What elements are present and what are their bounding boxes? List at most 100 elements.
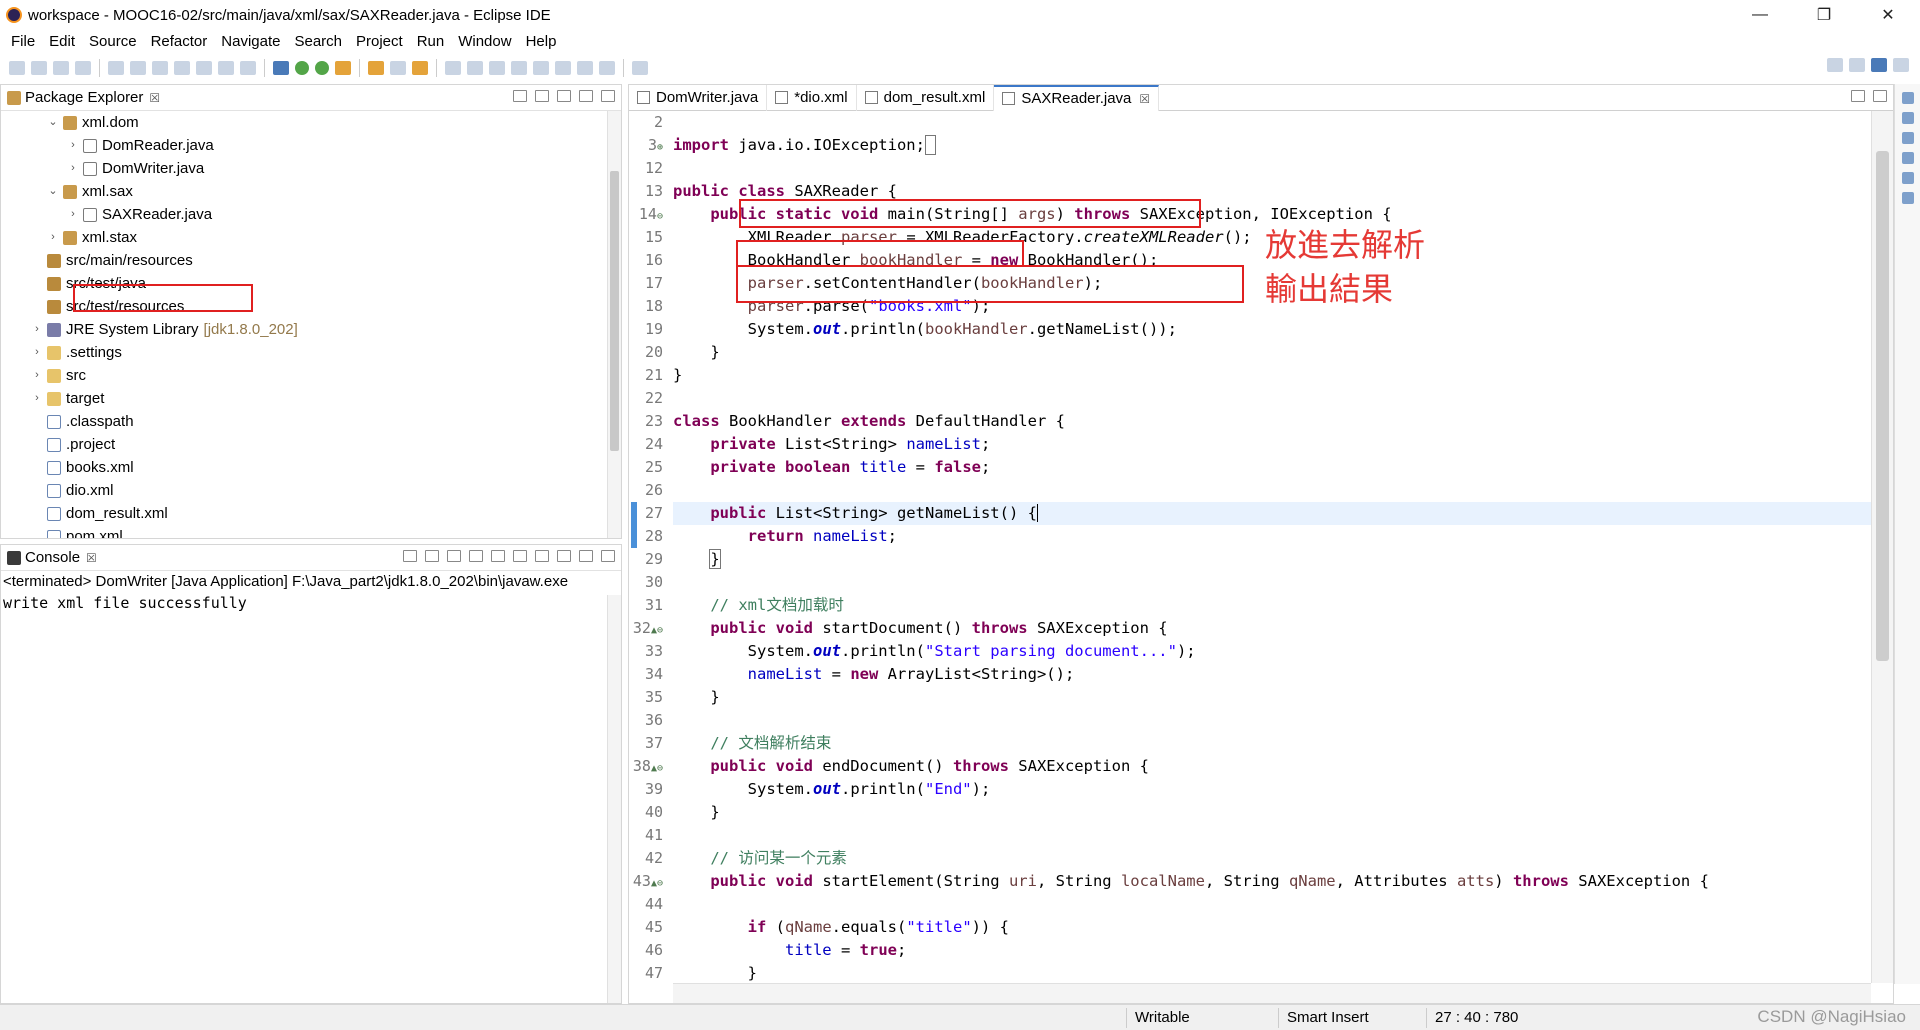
outline-icon[interactable] — [1901, 172, 1914, 184]
tree-item[interactable]: › xml.stax — [1, 226, 607, 249]
close-button[interactable]: ✕ — [1856, 0, 1920, 30]
show-whitespace-icon[interactable] — [489, 61, 505, 75]
debug-icon[interactable] — [273, 61, 289, 75]
tree-item[interactable]: › src — [1, 364, 607, 387]
previous-annotation-icon[interactable] — [533, 61, 549, 75]
skip-breakpoints-icon[interactable] — [108, 61, 124, 75]
word-wrap-icon[interactable] — [491, 550, 505, 562]
tree-item[interactable]: › DomWriter.java — [1, 157, 607, 180]
tree-item[interactable]: .project — [1, 433, 607, 456]
coverage-icon[interactable] — [315, 61, 329, 75]
collapsed-arrow-icon[interactable]: › — [67, 134, 79, 157]
package-explorer-scrollbar[interactable] — [607, 111, 621, 538]
restore-view-icon[interactable] — [1901, 92, 1914, 104]
restore-button[interactable]: ❐ — [1792, 0, 1856, 30]
tree-item[interactable]: › DomReader.java — [1, 134, 607, 157]
scrollbar-thumb[interactable] — [1876, 151, 1889, 661]
step-over-icon[interactable] — [240, 61, 256, 75]
tab-dom-result-xml[interactable]: dom_result.xml — [857, 84, 995, 111]
resume-icon[interactable] — [130, 61, 146, 75]
new-icon[interactable] — [9, 61, 25, 75]
tree-item[interactable]: › JRE System Library [jdk1.8.0_202] — [1, 318, 607, 341]
status-cursor-position[interactable]: 27 : 40 : 780 — [1426, 1008, 1518, 1028]
suspend-icon[interactable] — [152, 61, 168, 75]
collapsed-arrow-icon[interactable]: › — [31, 387, 43, 410]
debug-perspective-icon[interactable] — [1893, 58, 1909, 72]
terminate-icon[interactable] — [174, 61, 190, 75]
minimize-view-icon[interactable] — [579, 90, 593, 102]
tab-package-explorer[interactable]: Package Explorer ☒ — [1, 85, 166, 111]
tree-item[interactable]: pom.xml — [1, 525, 607, 538]
menu-edit[interactable]: Edit — [42, 33, 82, 50]
tree-item[interactable]: dom_result.xml — [1, 502, 607, 525]
link-with-editor-icon[interactable] — [535, 90, 549, 102]
collapsed-arrow-icon[interactable]: › — [47, 226, 59, 249]
print-icon[interactable] — [75, 61, 91, 75]
menu-refactor[interactable]: Refactor — [144, 33, 215, 50]
last-edit-icon[interactable] — [555, 61, 571, 75]
breakpoints-icon[interactable] — [1901, 132, 1914, 144]
tab-console[interactable]: Console ☒ — [1, 545, 103, 571]
menu-source[interactable]: Source — [82, 33, 144, 50]
tree-item[interactable]: src/main/resources — [1, 249, 607, 272]
maximize-view-icon[interactable] — [601, 90, 615, 102]
minimize-editor-icon[interactable] — [1851, 90, 1865, 102]
editor-vertical-scrollbar[interactable] — [1871, 111, 1893, 983]
search-icon[interactable] — [1827, 58, 1843, 72]
external-tools-icon[interactable] — [335, 61, 351, 75]
collapsed-arrow-icon[interactable]: › — [67, 203, 79, 226]
pin-editor-icon[interactable] — [632, 61, 648, 75]
menu-project[interactable]: Project — [349, 33, 410, 50]
pin-console-icon[interactable] — [513, 550, 527, 562]
open-type-icon[interactable] — [368, 61, 384, 75]
tree-item[interactable]: .classpath — [1, 410, 607, 433]
expressions-icon[interactable] — [1901, 152, 1914, 164]
tab-saxreader-java[interactable]: SAXReader.java ☒ — [994, 84, 1160, 111]
toggle-mark-occurrences-icon[interactable] — [445, 61, 461, 75]
expanded-arrow-icon[interactable]: ⌄ — [47, 180, 59, 203]
menu-navigate[interactable]: Navigate — [214, 33, 287, 50]
search-toolbar-icon[interactable] — [412, 61, 428, 75]
task-list-icon[interactable] — [1901, 192, 1914, 204]
tree-item[interactable]: › .settings — [1, 341, 607, 364]
menu-run[interactable]: Run — [410, 33, 452, 50]
variables-icon[interactable] — [1901, 112, 1914, 124]
next-annotation-icon[interactable] — [511, 61, 527, 75]
run-icon[interactable] — [295, 61, 309, 75]
display-console-icon[interactable] — [535, 550, 549, 562]
save-all-icon[interactable] — [53, 61, 69, 75]
tree-item[interactable]: › target — [1, 387, 607, 410]
tree-item[interactable]: books.xml — [1, 456, 607, 479]
open-console-icon[interactable] — [557, 550, 571, 562]
open-task-icon[interactable] — [390, 61, 406, 75]
minimize-button[interactable]: — — [1728, 0, 1792, 30]
step-into-icon[interactable] — [218, 61, 234, 75]
tree-item[interactable]: ⌄ xml.dom — [1, 111, 607, 134]
menu-help[interactable]: Help — [519, 33, 564, 50]
toggle-block-selection-icon[interactable] — [467, 61, 483, 75]
terminate-icon[interactable] — [403, 550, 417, 562]
back-icon[interactable] — [577, 61, 593, 75]
save-icon[interactable] — [31, 61, 47, 75]
close-icon[interactable]: ☒ — [149, 91, 160, 105]
tab-dio-xml[interactable]: *dio.xml — [767, 84, 857, 111]
open-perspective-icon[interactable] — [1849, 58, 1865, 72]
tree-item[interactable]: dio.xml — [1, 479, 607, 502]
clear-console-icon[interactable] — [447, 550, 461, 562]
console-output[interactable]: write xml file successfully — [1, 593, 621, 613]
console-scrollbar[interactable] — [607, 595, 621, 1003]
menu-file[interactable]: File — [4, 33, 42, 50]
maximize-editor-icon[interactable] — [1873, 90, 1887, 102]
menu-window[interactable]: Window — [451, 33, 518, 50]
collapse-all-icon[interactable] — [513, 90, 527, 102]
collapsed-arrow-icon[interactable]: › — [31, 318, 43, 341]
disconnect-icon[interactable] — [196, 61, 212, 75]
status-insert-mode[interactable]: Smart Insert — [1278, 1008, 1369, 1028]
forward-icon[interactable] — [599, 61, 615, 75]
tree-item[interactable]: ⌄ xml.sax — [1, 180, 607, 203]
collapsed-arrow-icon[interactable]: › — [31, 364, 43, 387]
tree-item[interactable]: › SAXReader.java — [1, 203, 607, 226]
remove-launch-icon[interactable] — [425, 550, 439, 562]
close-icon[interactable]: ☒ — [86, 551, 97, 565]
view-menu-icon[interactable] — [557, 90, 571, 102]
